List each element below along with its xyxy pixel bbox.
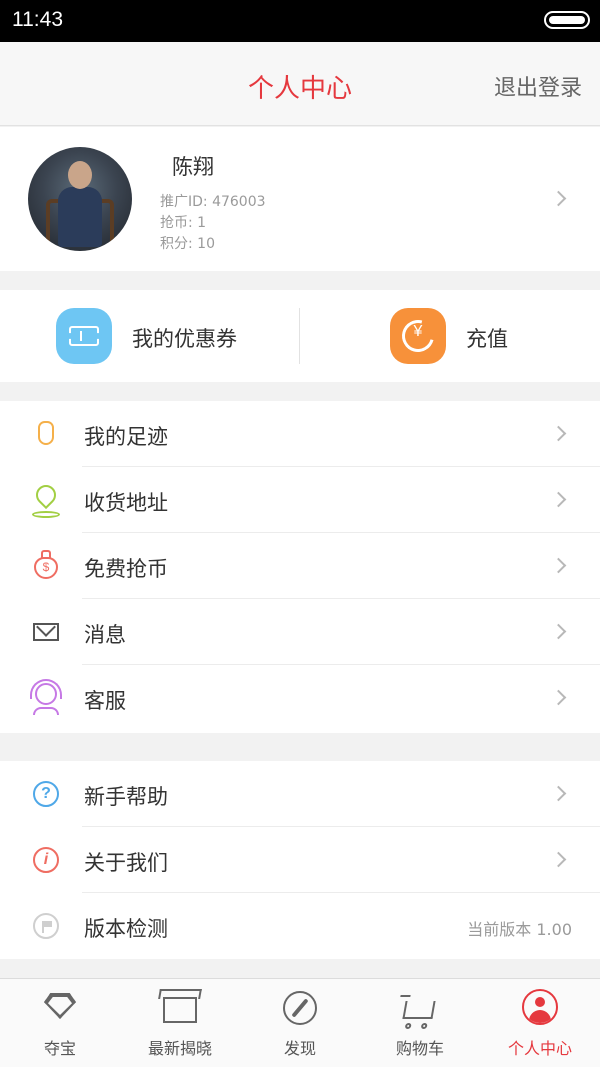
menu-item-footprints[interactable]: 我的足迹 [0, 401, 600, 467]
divider [299, 308, 300, 364]
chevron-right-icon [550, 851, 567, 868]
tab-label: 购物车 [395, 1039, 444, 1058]
battery-icon [544, 11, 590, 29]
cart-icon [400, 995, 436, 1029]
customer-service-icon [35, 683, 57, 705]
chevron-right-icon [550, 425, 567, 442]
menu-item-label: 消息 [84, 623, 126, 647]
chevron-right-icon [550, 491, 567, 508]
flag-icon [33, 913, 59, 939]
chevron-right-icon [550, 623, 567, 640]
header: 个人中心 退出登录 [0, 42, 600, 126]
menu-group-primary: 我的足迹 收货地址 $ 免费抢币 消息 客服 [0, 401, 600, 733]
tab-profile[interactable]: 个人中心 [480, 979, 600, 1067]
menu-item-label: 新手帮助 [84, 785, 168, 809]
points-count: 积分: 10 [160, 236, 215, 252]
coupon-icon[interactable] [56, 308, 112, 364]
menu-item-address[interactable]: 收货地址 [0, 467, 600, 533]
recharge-button[interactable]: 充值 [466, 323, 508, 353]
menu-item-label: 客服 [84, 689, 126, 713]
tab-discover[interactable]: 发现 [240, 979, 360, 1067]
compass-icon [283, 991, 317, 1025]
user-icon [522, 989, 558, 1025]
logout-button[interactable]: 退出登录 [494, 70, 582, 102]
promo-id: 推广ID: 476003 [160, 194, 266, 210]
status-time: 11:43 [12, 8, 63, 31]
menu-item-version-check[interactable]: 版本检测 当前版本 1.00 [0, 893, 600, 959]
tab-label: 发现 [283, 1039, 316, 1058]
chevron-right-icon [550, 557, 567, 574]
menu-item-label: 关于我们 [84, 851, 168, 875]
tab-treasure[interactable]: 夺宝 [0, 979, 120, 1067]
menu-group-secondary: ? 新手帮助 i 关于我们 版本检测 当前版本 1.00 [0, 761, 600, 959]
profile-card[interactable]: 陈翔 推广ID: 476003 抢币: 1 积分: 10 [0, 127, 600, 271]
menu-item-free-coins[interactable]: $ 免费抢币 [0, 533, 600, 599]
quick-actions: 我的优惠券 ¥ 充值 [0, 290, 600, 382]
chevron-right-icon [550, 785, 567, 802]
location-pin-icon [31, 480, 61, 510]
bottom-tab-bar: 夺宝 最新揭晓 发现 购物车 个人中心 [0, 978, 600, 1067]
diamond-icon [44, 993, 76, 1019]
menu-item-about[interactable]: i 关于我们 [0, 827, 600, 893]
tab-label: 夺宝 [43, 1039, 76, 1058]
money-bag-icon: $ [34, 557, 58, 579]
recharge-icon[interactable]: ¥ [390, 308, 446, 364]
box-icon [158, 989, 202, 1023]
chevron-right-icon [550, 689, 567, 706]
menu-item-label: 我的足迹 [84, 425, 168, 449]
menu-item-label: 收货地址 [84, 491, 168, 515]
profile-name: 陈翔 [172, 155, 214, 179]
menu-item-label: 版本检测 [84, 917, 168, 941]
menu-item-messages[interactable]: 消息 [0, 599, 600, 665]
question-icon: ? [33, 781, 59, 807]
footprint-icon [38, 421, 54, 445]
envelope-icon [33, 617, 59, 641]
status-bar: 11:43 [0, 0, 600, 42]
avatar[interactable] [28, 147, 132, 251]
menu-item-help[interactable]: ? 新手帮助 [0, 761, 600, 827]
coin-count: 抢币: 1 [160, 215, 207, 231]
version-value: 当前版本 1.00 [467, 920, 572, 939]
info-icon: i [33, 847, 59, 873]
tab-cart[interactable]: 购物车 [360, 979, 480, 1067]
coupon-button[interactable]: 我的优惠券 [132, 323, 237, 353]
chevron-right-icon [550, 190, 567, 207]
tab-latest[interactable]: 最新揭晓 [120, 979, 240, 1067]
tab-label: 最新揭晓 [147, 1039, 212, 1058]
menu-item-label: 免费抢币 [84, 557, 168, 581]
menu-item-customer-service[interactable]: 客服 [0, 665, 600, 731]
tab-label: 个人中心 [507, 1039, 572, 1058]
